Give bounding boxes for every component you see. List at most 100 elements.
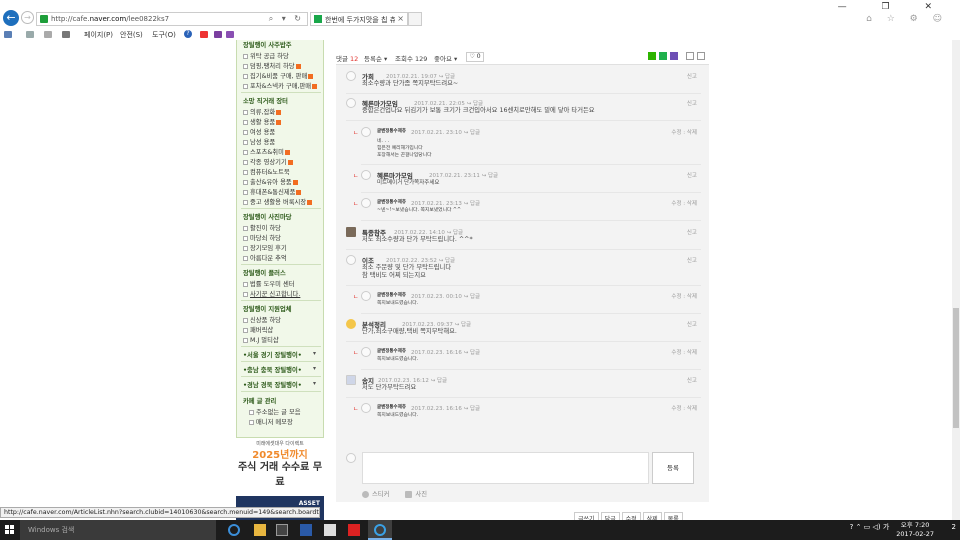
reply-link[interactable]: ↪ 답글 (455, 322, 471, 328)
sidebar-item[interactable]: 활진이 하당 (243, 223, 281, 232)
app-icon[interactable] (300, 524, 312, 536)
avatar[interactable] (361, 127, 371, 137)
sidebar-item[interactable]: 덤핑,땡처리 하당 (243, 61, 301, 70)
avatar[interactable] (361, 403, 371, 413)
sidebar-region-chungnam[interactable]: •충남 충북 장틸행이• ▾ (243, 365, 316, 374)
comment-author[interactable]: 글벤정통수제츄 (377, 292, 406, 298)
avatar[interactable] (346, 319, 356, 329)
band-share-icon[interactable] (648, 52, 656, 60)
avatar[interactable] (346, 255, 356, 265)
feeds-icon[interactable] (26, 30, 34, 38)
write-button[interactable]: 글쓰기 (574, 512, 599, 520)
reply-link[interactable]: ↪ 답글 (482, 173, 498, 179)
avatar[interactable] (346, 375, 356, 385)
avatar[interactable] (361, 198, 371, 208)
avatar[interactable] (361, 170, 371, 180)
download-icon[interactable] (348, 524, 360, 536)
onenote-icon[interactable] (214, 30, 222, 38)
new-tab-button[interactable] (408, 12, 422, 26)
comment-input[interactable] (362, 452, 649, 484)
scrollbar-thumb[interactable] (953, 308, 959, 428)
store-icon[interactable] (276, 524, 288, 536)
share-icon[interactable] (686, 52, 694, 60)
photo-button[interactable]: 사진 (391, 490, 427, 498)
home-favorites-settings-icons[interactable]: ⌂ ☆ ⚙ ☺ (866, 14, 948, 24)
report-link[interactable]: 신고 (687, 256, 697, 264)
sidebar-region-gyeongnam[interactable]: •경남 경북 장틸행이• ▾ (243, 380, 316, 389)
report-link[interactable]: 신고 (687, 320, 697, 328)
sidebar-item[interactable]: 의류,잡화 (243, 107, 282, 116)
mail-icon[interactable] (44, 30, 52, 38)
report-link[interactable]: 신고 (687, 171, 697, 179)
clock[interactable]: 오후 7:20 2017-02-27 (896, 521, 934, 538)
sidebar-item[interactable]: 신상품 하당 (243, 315, 281, 324)
page-scrollbar[interactable] (952, 40, 960, 520)
tab-close-icon[interactable]: × (397, 14, 404, 23)
comment-author[interactable]: 글벤정통수제츄 (377, 404, 406, 410)
report-link[interactable]: 신고 (687, 376, 697, 384)
delete-button[interactable]: 삭제 (642, 512, 662, 520)
address-bar[interactable]: http://cafe.naver.com/lee0822ks7 ⌕ ▾ ↻ (36, 12, 308, 26)
safety-menu[interactable]: 안전(S) (120, 30, 143, 40)
avatar[interactable] (346, 98, 356, 108)
edit-delete-links[interactable]: 수정 : 삭제 (671, 199, 697, 207)
sidebar-item[interactable]: 중고 생활용 버룩시장 (243, 197, 313, 206)
sidebar-item[interactable]: 남성 용품 (243, 137, 275, 146)
edit-delete-links[interactable]: 수정 : 삭제 (671, 404, 697, 412)
sidebar-item[interactable]: 여성 용품 (243, 127, 275, 136)
sidebar-item[interactable]: 사기꾼 신고합니다. (243, 289, 300, 298)
submit-comment-button[interactable]: 등록 (652, 452, 694, 484)
sidebar-item[interactable]: 주소없는 글 모음 (249, 407, 301, 416)
edit-delete-links[interactable]: 수정 : 삭제 (671, 128, 697, 136)
edge-icon[interactable] (228, 524, 240, 536)
tab-active[interactable]: 한번에 두가지맛을 칩 츄러... × (310, 12, 408, 26)
likes-dropdown[interactable]: 좋아요 ▾ (434, 53, 457, 63)
sidebar-region-seoul[interactable]: •서울 경기 장틸행이• ▾ (243, 350, 316, 359)
reply-link[interactable]: ↪ 답글 (464, 294, 480, 300)
comment-author[interactable]: 혜른마가모임 (377, 170, 413, 180)
sidebar-item[interactable]: 컴퓨터&노트북 (243, 167, 290, 176)
print-icon[interactable] (62, 30, 70, 38)
sticker-button[interactable]: 스티커 (362, 490, 389, 498)
avatar[interactable] (346, 71, 356, 81)
home-icon[interactable] (4, 30, 12, 38)
sidebar-item[interactable]: 위탁 공급 하당 (243, 51, 289, 60)
sidebar-item[interactable]: 휴대폰&통신제품 (243, 187, 302, 196)
report-link[interactable]: 신고 (687, 72, 697, 80)
sidebar-item[interactable]: 스포츠&취미 (243, 147, 290, 156)
report-link[interactable]: 신고 (687, 228, 697, 236)
list-button[interactable]: 목록 (663, 512, 683, 520)
sidebar-item[interactable]: 법률 도우미 센터 (243, 279, 295, 288)
comment-author[interactable]: 글벤정통수제츄 (377, 199, 406, 205)
forward-button[interactable]: → (21, 11, 34, 24)
ie-taskbar-button[interactable] (368, 520, 392, 540)
print-icon[interactable] (697, 52, 705, 60)
sidebar-item[interactable]: 장기모임 후기 (243, 243, 287, 252)
refresh-icon[interactable]: ⌕ ▾ ↻ (269, 14, 304, 24)
report-link[interactable]: 신고 (687, 99, 697, 107)
window-controls[interactable]: — ❐ ✕ (838, 2, 948, 12)
comment-author[interactable]: 글벤정통수제츄 (377, 348, 406, 354)
app-grid-icon[interactable] (324, 524, 336, 536)
sidebar-item[interactable]: 아름다운 추억 (243, 253, 287, 262)
edit-delete-links[interactable]: 수정 : 삭제 (671, 348, 697, 356)
reply-link[interactable]: ↪ 답글 (431, 378, 447, 384)
onenote-send-icon[interactable] (226, 30, 234, 38)
avatar[interactable] (361, 291, 371, 301)
avatar[interactable] (361, 347, 371, 357)
addon-icon[interactable] (200, 30, 208, 38)
avatar[interactable] (346, 227, 356, 237)
sidebar-item[interactable]: 집기&비품 구매, 판매 (243, 71, 314, 80)
back-button[interactable]: ← (3, 10, 19, 26)
sidebar-item[interactable]: 패버릭샵 (243, 325, 273, 334)
notification-icon[interactable]: 2 (952, 523, 956, 531)
page-menu[interactable]: 페이지(P) (84, 30, 113, 40)
like-button[interactable]: ♡ 0 (466, 52, 484, 62)
reply-link[interactable]: ↪ 답글 (464, 406, 480, 412)
comment-author[interactable]: 글벤정통수제츄 (377, 128, 406, 134)
sidebar-item[interactable]: 생활 용품 (243, 117, 282, 126)
sidebar-item[interactable]: 매니저 메모장 (249, 417, 293, 426)
reply-link[interactable]: ↪ 답글 (464, 350, 480, 356)
edit-delete-links[interactable]: 수정 : 삭제 (671, 292, 697, 300)
reply-link[interactable]: ↪ 답글 (464, 130, 480, 136)
